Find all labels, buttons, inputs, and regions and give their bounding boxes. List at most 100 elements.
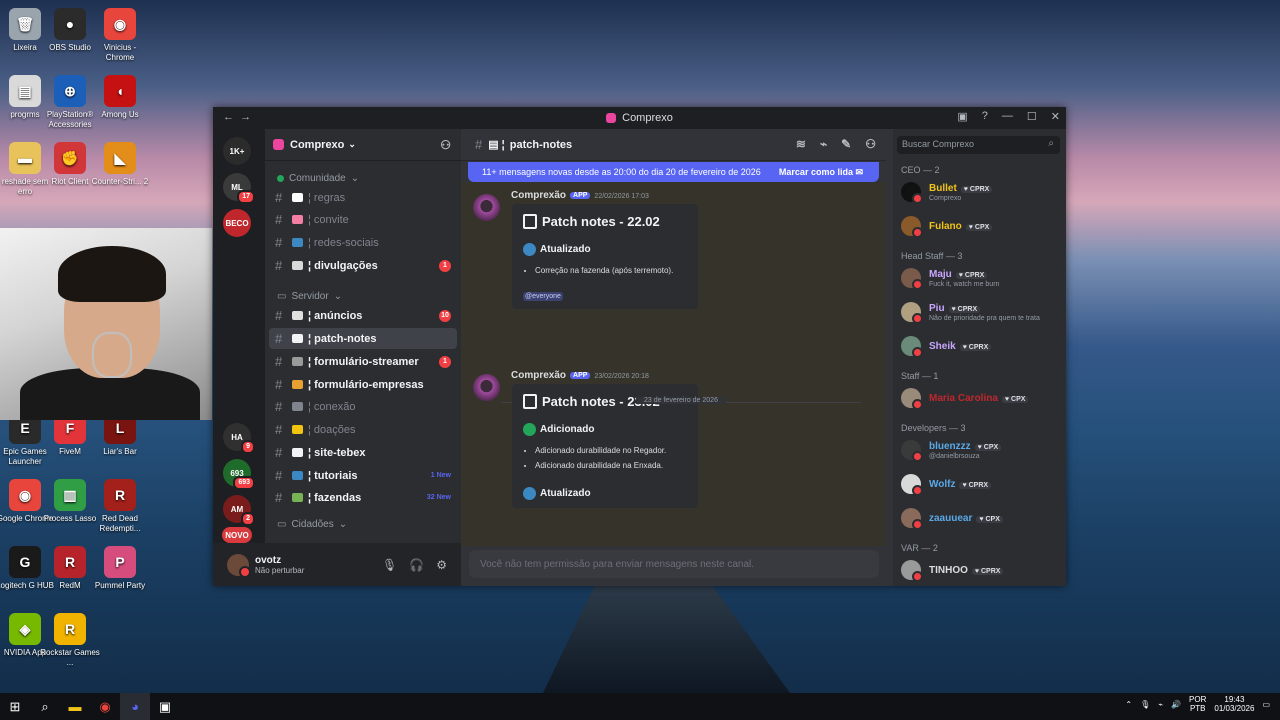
member-item[interactable]: Bullet ♥ CPRX Comprexo <box>901 179 1061 205</box>
channel-category[interactable]: ▭ Cidadões ⌄ <box>277 519 347 530</box>
maximize-icon[interactable]: ☐ <box>1027 110 1037 123</box>
notification-bell-icon[interactable]: ⌁ <box>820 137 827 151</box>
list-item: Correção na fazenda (após terremoto). <box>535 263 688 278</box>
back-forward-icon[interactable]: ← → <box>223 111 251 123</box>
server-icon[interactable]: 693 693 <box>223 459 255 490</box>
chevron-up-icon[interactable]: ⌃ <box>1125 700 1132 709</box>
server-icon[interactable]: ML 17 <box>223 173 255 204</box>
server-label: NOVO <box>225 530 249 540</box>
member-item[interactable]: Maria Carolina ♥ CPX <box>901 385 1061 411</box>
search-input[interactable]: Buscar Comprexo ⌕ <box>897 136 1060 154</box>
desktop-icon[interactable]: R Red Dead Redempti... <box>89 479 151 534</box>
microphone-icon[interactable]: 🎙 <box>382 558 397 572</box>
microphone-icon[interactable]: 🎙 <box>1140 700 1150 709</box>
channel-item[interactable]: # ¦ site-tebex <box>269 442 457 463</box>
webcam-hair <box>58 246 166 302</box>
channel-category[interactable]: Comunidade ⌄ <box>277 173 359 184</box>
desktop-icon-label: Red Dead Redempti... <box>99 514 141 533</box>
channel-item[interactable]: # ¦ patch-notes <box>269 328 457 349</box>
new-messages-banner[interactable]: 11+ mensagens novas desde as 20:00 do di… <box>468 162 879 182</box>
taskbar: ⊞ ⌕ ▬ ◉ ◕ ▣ ⌃ 🎙 ⌁ 🔊 POR PTB 19:43 01/03/20… <box>0 693 1280 720</box>
unread-badge: 17 <box>237 190 255 204</box>
member-item[interactable]: TINHOO ♥ CPRX <box>901 557 1061 583</box>
message-header: Comprexão APP 23/02/2026 20:18 <box>511 370 649 381</box>
channel-item[interactable]: # ¦ doações <box>269 419 457 440</box>
avatar[interactable] <box>473 194 500 221</box>
server-icon[interactable]: AM 2 <box>223 495 255 526</box>
author-name[interactable]: Comprexão <box>511 370 566 381</box>
windows-start-icon[interactable]: ⊞ <box>0 693 30 720</box>
channel-item[interactable]: # ¦ redes-sociais <box>269 232 457 253</box>
channel-name: regras <box>313 191 346 204</box>
channel-item[interactable]: # ¦ convite <box>269 209 457 230</box>
channel-item[interactable]: # ¦ divulgações 1 <box>269 255 457 276</box>
search-icon[interactable]: ⌕ <box>30 693 60 720</box>
server-icon[interactable]: HA 9 <box>223 423 255 454</box>
system-tray: ⌃ 🎙 ⌁ 🔊 POR PTB 19:43 01/03/2026 ▭ <box>1125 695 1270 713</box>
channel-category[interactable]: ▭ Servidor ⌄ <box>277 291 342 302</box>
avatar[interactable] <box>473 374 500 401</box>
member-list-icon[interactable]: ⚇ <box>865 137 876 151</box>
clan-tag: ♥ CPRX <box>955 271 988 279</box>
chrome-icon[interactable]: ◉ <box>90 693 120 720</box>
member-item[interactable]: zaauuear ♥ CPX <box>901 505 1061 531</box>
chevron-down-icon: ⌄ <box>333 291 343 302</box>
language-indicator[interactable]: POR PTB <box>1189 695 1206 713</box>
server-header[interactable]: Comprexo ⌄ ⚇ <box>265 129 461 161</box>
terminal-icon[interactable]: ▣ <box>150 693 180 720</box>
desktop-icon[interactable]: R Rockstar Games ... <box>39 613 101 668</box>
mention[interactable]: @everyone <box>523 292 563 301</box>
headphones-icon[interactable]: 🎧 <box>409 558 424 572</box>
server-label: HA <box>231 432 243 442</box>
threads-icon[interactable]: ≋ <box>796 137 806 151</box>
desktop-icon[interactable]: ◖ Among Us <box>89 75 151 120</box>
channel-item[interactable]: # ¦ conexão <box>269 396 457 417</box>
volume-icon[interactable]: 🔊 <box>1171 700 1181 709</box>
new-messages-text: 11+ mensagens novas desde as 20:00 do di… <box>482 167 761 177</box>
list-item: Adicionado durabilidade no Regador. <box>535 443 688 458</box>
channel-item[interactable]: # ¦ fazendas 32 New <box>269 487 457 508</box>
channel-item[interactable]: # ¦ regras <box>269 187 457 208</box>
channel-name: patch-notes <box>314 332 377 345</box>
server-label: 1K+ <box>229 146 245 156</box>
server-icon[interactable]: 1K+ <box>223 137 251 165</box>
member-item[interactable]: bluenzzz ♥ CPX @danielbrsouza <box>901 437 1061 463</box>
clan-tag: ♥ CPX <box>974 443 1002 451</box>
server-icon[interactable]: NOVO <box>222 527 252 543</box>
channel-item[interactable]: # ¦ formulário-empresas <box>269 374 457 395</box>
network-icon[interactable]: ⌁ <box>1158 700 1163 709</box>
minimize-icon[interactable]: — <box>1002 110 1013 123</box>
discord-icon[interactable]: ◕ <box>120 693 150 720</box>
desktop-icon[interactable]: P Pummel Party <box>89 546 151 591</box>
member-item[interactable]: Fulano ♥ CPX <box>901 213 1061 239</box>
add-member-icon[interactable]: ⚇ <box>440 138 451 152</box>
avatar[interactable] <box>227 553 251 578</box>
clan-tag: ♥ CPRX <box>971 568 1004 575</box>
mark-as-read-button[interactable]: Marcar como lida ✉ <box>779 167 863 178</box>
channel-item[interactable]: # ¦ formulário-streamer 1 <box>269 351 457 372</box>
member-item[interactable]: Sheik ♥ CPRX <box>901 333 1061 359</box>
server-icon[interactable]: BECO <box>223 209 251 237</box>
notification-icon[interactable]: ▭ <box>1262 700 1270 709</box>
channel-item[interactable]: # ¦ anúncios 10 <box>269 305 457 326</box>
desktop-icon[interactable]: ◉ Vinicius - Chrome <box>89 8 151 63</box>
picture-in-picture-icon[interactable]: ▣ <box>957 110 967 123</box>
member-item[interactable]: Wolfz ♥ CPRX <box>901 471 1061 497</box>
member-item[interactable]: Maju ♥ CPRX Fuck it, watch me burn <box>901 265 1061 291</box>
desktop-icon-label: Pummel Party <box>94 581 146 590</box>
clan-tag: ♥ CPRX <box>959 482 992 489</box>
help-icon[interactable]: ? <box>982 110 988 123</box>
embed-section-title: Adicionado <box>523 423 688 436</box>
clock[interactable]: 19:43 01/03/2026 <box>1214 695 1254 713</box>
close-icon[interactable]: ✕ <box>1051 110 1060 123</box>
chat-header: # ▤ ¦ patch-notes ≋ ⌁ ✎ ⚇ <box>461 129 886 161</box>
gear-icon[interactable]: ⚙ <box>436 558 447 572</box>
file-explorer-icon[interactable]: ▬ <box>60 693 90 720</box>
channel-item[interactable]: # ¦ tutoriais 1 New <box>269 465 457 486</box>
member-item[interactable]: Piu ♥ CPRX Não de prioridade pra quem te t… <box>901 299 1061 325</box>
author-name[interactable]: Comprexão <box>511 190 566 201</box>
hash-icon: # <box>275 190 283 205</box>
pin-icon[interactable]: ✎ <box>841 137 851 151</box>
new-messages-badge: 32 New <box>426 494 451 501</box>
desktop-icon[interactable]: ◣ Counter-Stri... 2 <box>89 142 151 187</box>
